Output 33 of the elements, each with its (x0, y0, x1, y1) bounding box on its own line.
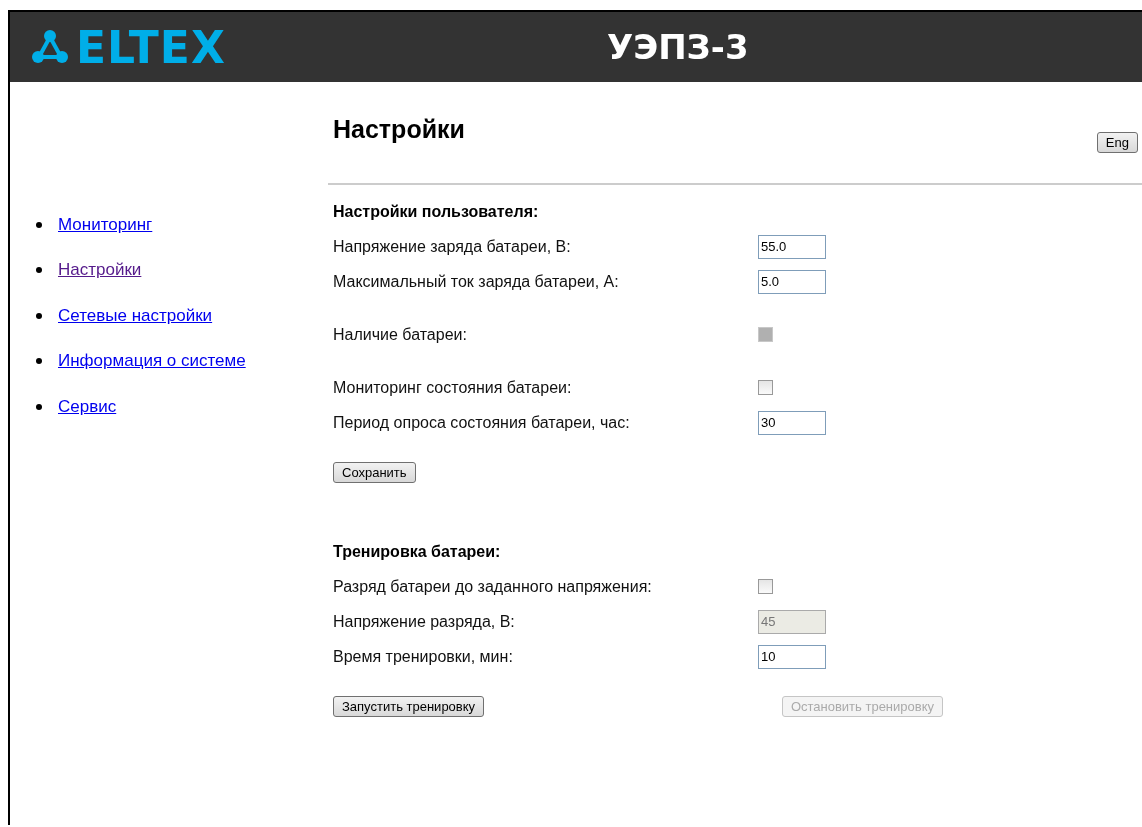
field-label: Разряд батареи до заданного напряжения: (333, 577, 653, 596)
field-label: Время тренировки, мин: (333, 647, 514, 666)
bullet-icon (36, 358, 42, 365)
nav-link[interactable]: Информация о системе (58, 351, 246, 372)
bullet-icon (36, 221, 42, 228)
bullet-icon (36, 403, 42, 410)
action-button[interactable]: Запустить тренировку (333, 696, 485, 717)
logo-icon (32, 30, 68, 64)
nav-link[interactable]: Сервис (58, 396, 117, 417)
field-label: Период опроса состояния батареи, час: (333, 413, 631, 432)
input-field[interactable]: 10 (758, 644, 826, 669)
bullet-icon (36, 267, 42, 274)
language-button[interactable]: Eng (1096, 132, 1138, 153)
input-field[interactable]: 55.0 (758, 234, 826, 259)
device-title: УЭПЗ-3 (607, 27, 749, 67)
field-label: Напряжение заряда батареи, В: (333, 237, 572, 256)
input-field[interactable]: 30 (758, 410, 826, 435)
nav-link[interactable]: Сетевые настройки (58, 305, 213, 326)
page-title: Настройки (333, 115, 465, 144)
nav-link[interactable]: Настройки (58, 260, 142, 281)
checkbox[interactable] (758, 380, 773, 395)
field-label: Мониторинг состояния батареи: (333, 378, 573, 397)
logo-text: ELTEX (76, 21, 226, 73)
section-heading: Тренировка батареи: (333, 543, 502, 561)
field-label: Максимальный ток заряда батареи, А: (333, 272, 620, 291)
nav-link[interactable]: Мониторинг (58, 214, 153, 235)
field-label: Напряжение разряда, В: (333, 612, 516, 631)
field-label: Наличие батареи: (333, 325, 468, 344)
bullet-icon (36, 312, 42, 319)
input-field[interactable]: 5.0 (758, 269, 826, 294)
action-button[interactable]: Сохранить (333, 462, 416, 483)
checkbox[interactable] (758, 579, 773, 594)
section-heading: Настройки пользователя: (333, 203, 540, 221)
